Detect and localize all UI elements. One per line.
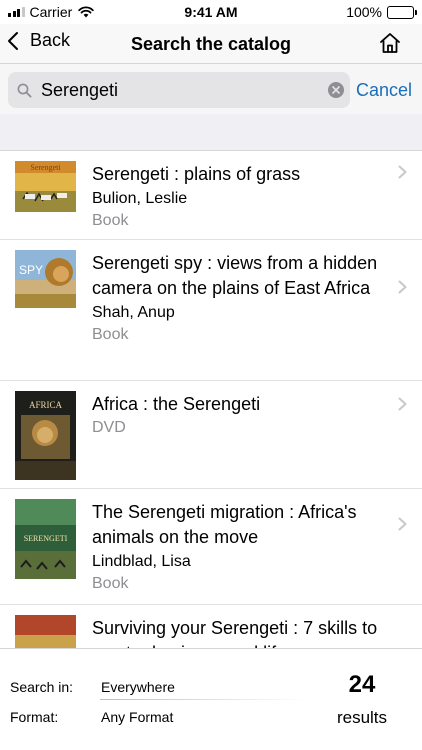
result-title: Surviving your Serengeti : 7 skills to m…	[92, 618, 378, 648]
result-list[interactable]: Serengeti Serengeti : plains of grass Bu…	[0, 151, 422, 648]
chevron-right-icon	[398, 397, 407, 411]
filter-bar: Search in: Everywhere Format: Any Format…	[0, 648, 422, 750]
result-title: Serengeti : plains of grass	[92, 164, 301, 184]
battery-icon	[387, 5, 417, 19]
list-header-spacer	[0, 114, 422, 151]
svg-text:Serengeti: Serengeti	[30, 163, 61, 172]
result-count: 24	[348, 671, 376, 698]
search-in-label: Search in:	[10, 679, 74, 695]
battery-percent: 100%	[346, 4, 382, 20]
result-format: Book	[92, 326, 129, 343]
status-bar: Carrier 9:41 AM 100%	[0, 0, 422, 24]
book-cover-image	[15, 615, 76, 648]
chevron-left-icon	[8, 31, 18, 50]
result-row[interactable]: AFRICA Africa : the Serengeti DVD	[0, 381, 422, 489]
book-cover-image: SPY	[15, 250, 76, 308]
result-row[interactable]: Surviving your Serengeti : 7 skills to m…	[0, 605, 422, 648]
back-button[interactable]: Back	[6, 30, 70, 51]
catalog-search-screen: Carrier 9:41 AM 100% Back Search the cat…	[0, 0, 422, 750]
chevron-right-icon	[398, 165, 407, 179]
search-in-select[interactable]: Everywhere	[101, 679, 175, 695]
result-row[interactable]: Serengeti Serengeti : plains of grass Bu…	[0, 151, 422, 240]
result-author: Lindblad, Lisa	[92, 553, 191, 570]
result-count-label: results	[336, 708, 388, 727]
search-input[interactable]	[41, 79, 311, 101]
search-box	[8, 72, 350, 108]
book-cover-image: SERENGETI	[15, 499, 76, 579]
status-right: 100%	[346, 4, 417, 20]
format-select[interactable]: Any Format	[101, 709, 173, 725]
cover-title-text: AFRICA	[29, 400, 63, 410]
search-icon	[17, 83, 32, 97]
filter-divider	[100, 699, 306, 700]
result-row[interactable]: SPY Serengeti spy : views from a hidden …	[0, 240, 422, 381]
back-label: Back	[30, 30, 71, 50]
result-format: Book	[92, 212, 129, 229]
dvd-cover-image: AFRICA	[15, 391, 76, 480]
search-row: Cancel	[0, 64, 422, 114]
result-row[interactable]: SERENGETI The Serengeti migration : Afri…	[0, 489, 422, 605]
chevron-right-icon	[398, 517, 407, 531]
navigation-bar: Back Search the catalog	[0, 24, 422, 64]
result-title: The Serengeti migration : Africa's anima…	[92, 502, 357, 547]
format-label: Format:	[10, 709, 59, 725]
home-icon[interactable]	[378, 31, 402, 55]
clear-search-button[interactable]	[328, 82, 344, 98]
cancel-button[interactable]: Cancel	[356, 80, 412, 101]
result-title: Africa : the Serengeti	[92, 394, 261, 414]
result-author: Shah, Anup	[92, 304, 175, 321]
result-author: Bulion, Leslie	[92, 190, 188, 207]
cover-title-text: SERENGETI	[24, 534, 68, 543]
close-icon	[332, 86, 340, 94]
result-format: Book	[92, 575, 129, 592]
result-format: DVD	[92, 419, 126, 436]
book-cover-image: Serengeti	[15, 161, 76, 212]
result-title: Serengeti spy : views from a hidden came…	[92, 253, 378, 298]
cover-title-text: SPY	[19, 263, 43, 277]
chevron-right-icon	[398, 280, 407, 294]
